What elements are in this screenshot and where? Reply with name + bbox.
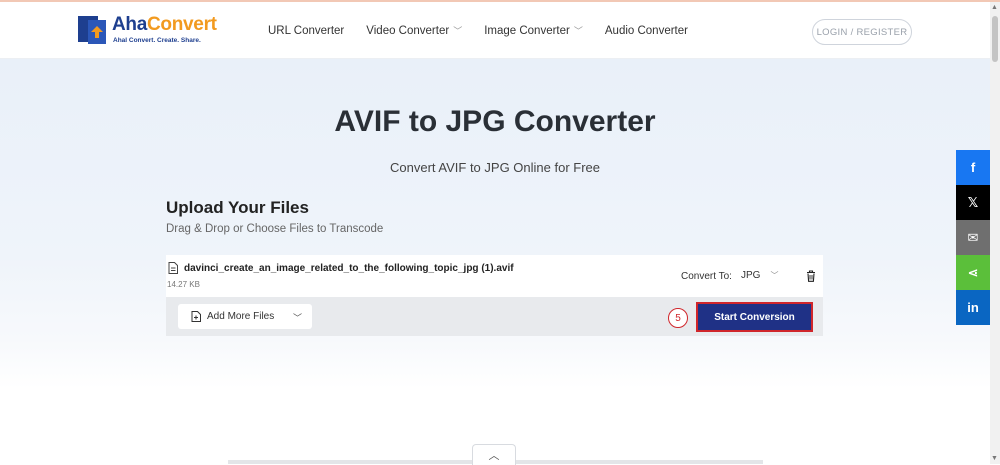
site-header: AhaConvert Ahal Convert. Create. Share. … [0, 2, 990, 59]
site-logo[interactable]: AhaConvert Ahal Convert. Create. Share. [78, 14, 228, 48]
logo-text: AhaConvert [112, 14, 217, 35]
add-file-icon [191, 311, 201, 322]
nav-video-converter[interactable]: Video Converter ﹀ [366, 24, 462, 37]
file-row: davinci_create_an_image_related_to_the_f… [166, 255, 823, 297]
nav-url-converter[interactable]: URL Converter [268, 24, 344, 37]
chevron-down-icon: ﹀ [573, 26, 583, 36]
chevron-down-icon: ﹀ [770, 271, 779, 280]
add-more-files-label: Add More Files [207, 311, 275, 322]
format-select[interactable]: JPG ﹀ [741, 270, 778, 281]
upload-title: Upload Your Files [166, 198, 309, 217]
x-icon[interactable]: 𝕏 [956, 185, 990, 220]
social-share-bar: f 𝕏 ✉ ⋖ in [956, 150, 990, 325]
page-title: AVIF to JPG Converter [334, 105, 656, 138]
email-icon[interactable]: ✉ [956, 220, 990, 255]
trash-icon[interactable] [806, 270, 816, 282]
page-scrollbar[interactable]: ▲ ▼ [990, 2, 1000, 464]
facebook-icon[interactable]: f [956, 150, 990, 185]
nav-image-converter[interactable]: Image Converter ﹀ [484, 24, 583, 37]
share-icon[interactable]: ⋖ [956, 255, 990, 290]
chevron-up-icon: ︿ [488, 450, 500, 462]
start-conversion-button[interactable]: Start Conversion [698, 304, 811, 330]
upload-subtitle: Drag & Drop or Choose Files to Transcode [166, 223, 384, 235]
scroll-down-icon[interactable]: ▼ [991, 455, 998, 462]
chevron-down-icon: ﹀ [453, 26, 463, 36]
add-more-files-button[interactable]: Add More Files ﹀ [178, 304, 312, 329]
file-icon [168, 262, 178, 274]
file-name: davinci_create_an_image_related_to_the_f… [184, 263, 514, 274]
page-subtitle: Convert AVIF to JPG Online for Free [389, 160, 600, 175]
linkedin-icon[interactable]: in [956, 290, 990, 325]
format-value: JPG [741, 270, 761, 281]
main-nav: URL Converter Video Converter ﹀ Image Con… [268, 24, 710, 37]
nav-audio-converter[interactable]: Audio Converter [605, 24, 688, 37]
chevron-down-icon[interactable]: ﹀ [293, 311, 302, 324]
scrollbar-thumb[interactable] [992, 16, 998, 62]
expand-up-button[interactable]: ︿ [472, 444, 516, 465]
scroll-up-icon[interactable]: ▲ [991, 4, 998, 11]
file-size: 14.27 KB [167, 280, 200, 289]
login-register-button[interactable]: LOGIN / REGISTER [812, 19, 912, 45]
step-marker: 5 [668, 308, 688, 328]
logo-tagline: Ahal Convert. Create. Share. [113, 37, 201, 44]
action-bar: Add More Files ﹀ 5 Start Conversion [166, 297, 823, 336]
convert-to-label: Convert To: [681, 271, 732, 282]
logo-mark-icon [78, 16, 106, 44]
